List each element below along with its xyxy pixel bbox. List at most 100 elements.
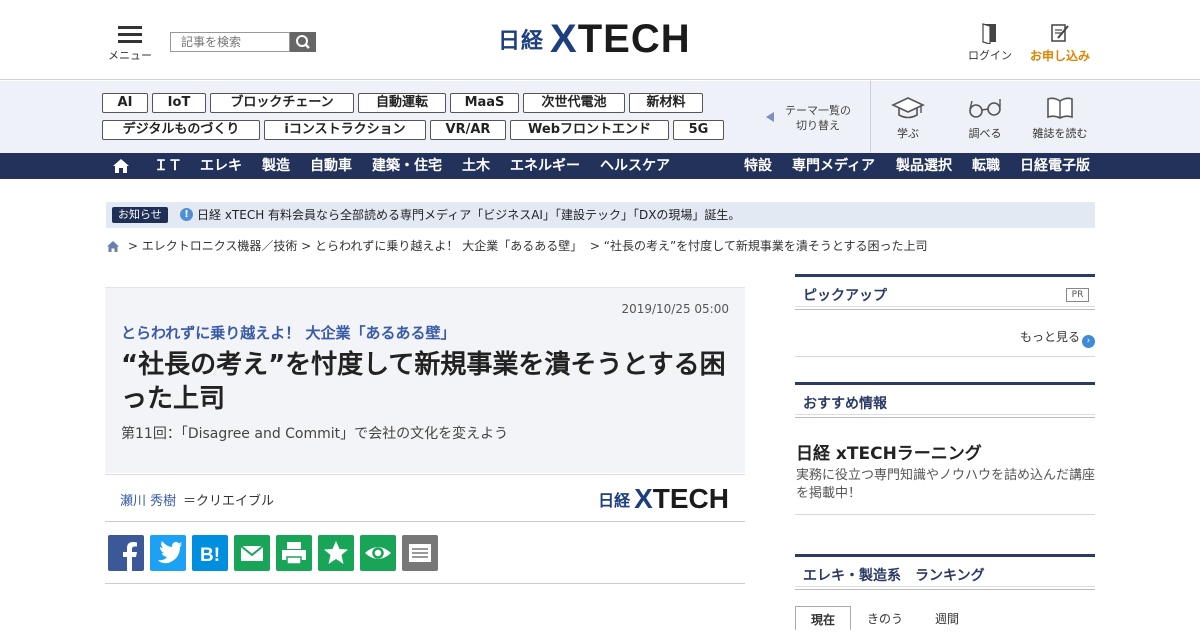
ranking-header: エレキ・製造系 ランキング — [795, 554, 1095, 590]
facebook-icon — [108, 535, 144, 571]
nav-item-automotive[interactable]: 自動車 — [310, 153, 352, 179]
theme-tag[interactable]: AI — [102, 93, 148, 113]
research-button[interactable]: 調べる — [950, 95, 1020, 141]
tab-now[interactable]: 現在 — [795, 606, 851, 630]
site-logo[interactable]: 日経 XTECH — [498, 16, 691, 61]
nav-item-nikkei-digital[interactable]: 日経電子版 — [1020, 153, 1090, 179]
more-link[interactable]: もっと見る › — [1020, 328, 1096, 348]
share-facebook-button[interactable] — [108, 535, 144, 571]
share-hatena-button[interactable]: B! — [192, 535, 228, 571]
band-divider — [870, 81, 871, 153]
byline-logo-x: X — [634, 483, 653, 514]
search-input[interactable] — [170, 32, 290, 52]
twitter-icon — [150, 535, 186, 571]
tab-weekly[interactable]: 週間 — [919, 606, 975, 630]
tab-yesterday[interactable]: きのう — [857, 606, 913, 630]
search-icon — [296, 35, 310, 49]
magazine-button[interactable]: 雑誌を読む — [1025, 95, 1095, 141]
divider — [795, 514, 1095, 515]
nav-item-healthcare[interactable]: ヘルスケア — [600, 153, 670, 179]
print-icon — [276, 535, 312, 571]
pr-badge: PR — [1066, 288, 1089, 302]
graduation-cap-icon — [891, 97, 925, 119]
author-name[interactable]: 瀬川 秀樹 — [120, 490, 176, 509]
search-button[interactable] — [290, 32, 316, 52]
byline-logo: 日経 XTECH — [598, 483, 729, 515]
theme-tag[interactable]: Webフロントエンド — [510, 120, 669, 140]
author-org: ＝クリエイブル — [183, 494, 275, 509]
logo-tech: TECH — [577, 16, 691, 61]
breadcrumb-item[interactable]: とらわれずに乗り越えよ！ 大企業「あるある壁」 — [315, 239, 582, 253]
share-twitter-button[interactable] — [150, 535, 186, 571]
info-icon: ! — [180, 208, 193, 221]
theme-switch-button[interactable]: テーマ一覧の 切り替え — [766, 103, 858, 133]
theme-tag[interactable]: 次世代電池 — [523, 93, 625, 113]
share-mail-button[interactable] — [234, 535, 270, 571]
theme-tag[interactable]: 5G — [673, 120, 724, 140]
learning-description[interactable]: 実務に役立つ専門知識やノウハウを詰め込んだ講座を掲載中！ — [796, 467, 1096, 503]
article-header: 2019/10/25 05:00 とらわれずに乗り越えよ！ 大企業「あるある壁」… — [105, 287, 745, 473]
more-label: もっと見る — [1020, 330, 1081, 344]
article-byline: 瀬川 秀樹 ＝クリエイブル 日経 XTECH — [105, 474, 745, 522]
open-book-icon — [1047, 97, 1073, 119]
menu-label: メニュー — [108, 49, 152, 62]
byline-logo-nikkei: 日経 — [598, 491, 631, 510]
breadcrumb-current: “社長の考え”を忖度して新規事業を潰そうとする困った上司 — [603, 239, 928, 253]
pickup-title: ピックアップ — [803, 288, 887, 304]
menu-button[interactable]: メニュー — [108, 22, 152, 64]
share-clip-button[interactable] — [318, 535, 354, 571]
hatena-bookmark-icon: B! — [192, 535, 228, 571]
nav-item-civil[interactable]: 土木 — [462, 153, 490, 179]
ranking-tabs: 現在 きのう 週間 — [795, 606, 1095, 630]
nav-item-manufacturing[interactable]: 製造 — [262, 153, 290, 179]
theme-tag[interactable]: ブロックチェーン — [210, 93, 354, 113]
nav-item-energy[interactable]: エネルギー — [510, 153, 580, 179]
learn-label: 学ぶ — [897, 127, 919, 140]
logo-nikkei: 日経 — [498, 29, 545, 54]
theme-switch-line1: テーマ一覧の — [785, 104, 851, 117]
theme-tag[interactable]: 新材料 — [629, 93, 703, 113]
eye-icon — [360, 535, 396, 571]
home-icon[interactable] — [106, 240, 120, 253]
home-icon[interactable] — [112, 158, 130, 174]
theme-tag[interactable]: iコンストラクション — [264, 120, 426, 140]
theme-switch-line2: 切り替え — [796, 119, 840, 132]
notice-text[interactable]: 日経 xTECH 有料会員なら全部読める専門メディア「ビジネスAI」「建設テック… — [197, 202, 740, 228]
nav-item-it[interactable]: ＩＴ — [154, 153, 182, 179]
divider — [795, 356, 1095, 357]
star-icon — [318, 535, 354, 571]
svg-text:B!: B! — [200, 545, 220, 566]
theme-tag[interactable]: VR/AR — [430, 120, 506, 140]
breadcrumb-separator: > — [124, 239, 142, 253]
magazine-label: 雑誌を読む — [1032, 127, 1088, 140]
theme-tag[interactable]: デジタルものづくり — [102, 120, 260, 140]
nav-item-special[interactable]: 特設 — [744, 153, 772, 179]
nav-item-media[interactable]: 専門メディア — [792, 153, 875, 179]
nav-item-jobs[interactable]: 転職 — [972, 153, 1000, 179]
theme-tag[interactable]: 自動運転 — [358, 93, 446, 113]
subscribe-link[interactable]: お申し込み — [1025, 22, 1095, 64]
recommend-header: おすすめ情報 — [795, 382, 1095, 418]
learn-button[interactable]: 学ぶ — [873, 95, 943, 141]
notice-bar: お知らせ ! 日経 xTECH 有料会員なら全部読める専門メディア「ビジネスAI… — [106, 202, 1095, 228]
share-memo-button[interactable] — [402, 535, 438, 571]
nav-item-architecture[interactable]: 建築・住宅 — [372, 153, 442, 179]
breadcrumb-separator: > — [297, 239, 316, 253]
nav-item-products[interactable]: 製品選択 — [896, 153, 952, 179]
login-link[interactable]: ログイン — [955, 22, 1025, 63]
theme-tag[interactable]: IoT — [152, 93, 206, 113]
share-print-button[interactable] — [276, 535, 312, 571]
byline-logo-xtech: XTECH — [634, 483, 729, 515]
triangle-left-icon — [766, 112, 774, 122]
learning-title[interactable]: 日経 xTECHラーニング — [796, 439, 982, 464]
mail-icon — [234, 535, 270, 571]
article-title: “社長の考え”を忖度して新規事業を潰そうとする困った上司 — [121, 350, 726, 414]
article-series[interactable]: とらわれずに乗り越えよ！ 大企業「あるある壁」 — [121, 322, 455, 343]
theme-tag[interactable]: MaaS — [450, 93, 519, 113]
memo-icon — [402, 535, 438, 571]
nav-item-electronics[interactable]: エレキ — [200, 153, 242, 179]
share-watch-button[interactable] — [360, 535, 396, 571]
login-door-icon — [982, 23, 996, 44]
breadcrumb-item[interactable]: エレクトロニクス機器／技術 — [142, 239, 298, 253]
article-subtitle: 第11回：「Disagree and Commit」で会社の文化を変えよう — [121, 426, 509, 442]
